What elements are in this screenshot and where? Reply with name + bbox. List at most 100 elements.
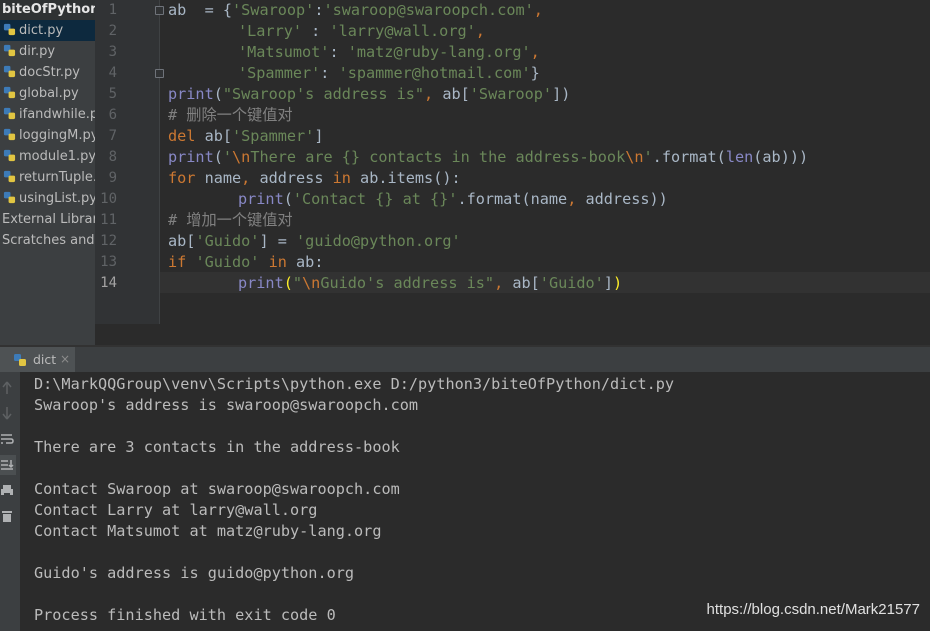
python-file-icon: [3, 107, 16, 120]
code-line: # 删除一个键值对: [168, 105, 293, 126]
code-line: if 'Guido' in ab:: [168, 252, 323, 273]
code-token: 'Spammer': [232, 127, 315, 145]
python-file-icon: [3, 23, 16, 36]
code-editor[interactable]: 1 2 3 4 5 6 7 8 9 10 11 12 13 14 ab = {'Swaroop':'swa…: [95, 0, 930, 324]
code-token: "Swaroop's address is": [222, 85, 425, 103]
line-number: 12: [100, 233, 117, 249]
console-line: Contact Larry at larry@wall.org: [34, 501, 318, 519]
code-line: # 增加一个键值对: [168, 210, 293, 231]
code-token: :: [329, 43, 348, 61]
soft-wrap-icon[interactable]: [0, 431, 14, 447]
code-token: 'larry@wall.org': [329, 22, 476, 40]
line-number: 2: [108, 23, 117, 39]
line-number: 3: [108, 44, 117, 60]
arrow-up-icon[interactable]: [0, 380, 14, 396]
arrow-down-icon[interactable]: [0, 405, 14, 421]
code-token: ]): [552, 85, 571, 103]
code-token: ] =: [259, 232, 297, 250]
line-number-gutter: 1 2 3 4 5 6 7 8 9 10 11 12 13 14: [95, 0, 164, 324]
code-token: 'Spammer': [238, 64, 321, 82]
file-item[interactable]: module1.py: [0, 146, 95, 167]
code-token: ,: [475, 22, 485, 40]
run-toolbar: [0, 372, 20, 631]
code-line: 'Spammer': 'spammer@hotmail.com'}: [238, 63, 540, 84]
code-token: (ab))): [753, 148, 809, 166]
code-token: in: [268, 253, 297, 271]
console-line: Guido's address is guido@python.org: [34, 564, 355, 582]
code-token: ,: [533, 1, 543, 19]
external-libraries-node[interactable]: External Libraries: [0, 209, 95, 230]
code-token: ': [643, 148, 653, 166]
file-item[interactable]: global.py: [0, 83, 95, 104]
file-name: usingList.py: [19, 191, 95, 206]
code-token: 'Swaroop': [232, 1, 315, 19]
code-token: address)): [585, 190, 668, 208]
file-item[interactable]: dict.py: [0, 20, 95, 41]
code-token: :: [302, 22, 330, 40]
python-file-icon: [3, 170, 16, 183]
file-item[interactable]: usingList.py: [0, 188, 95, 209]
code-token: (: [213, 85, 223, 103]
code-token: print: [168, 85, 214, 103]
code-token: 'Larry': [238, 22, 303, 40]
file-name: dict.py: [19, 23, 64, 38]
code-token: if: [168, 253, 196, 271]
code-line: print("Swaroop's address is", ab['Swaroo…: [168, 84, 570, 105]
file-item[interactable]: ifandwhile.py: [0, 104, 95, 125]
console-line: Contact Swaroop at swaroop@swaroopch.com: [34, 480, 400, 498]
code-token: print: [168, 148, 214, 166]
scroll-to-end-icon[interactable]: [0, 457, 14, 473]
code-token: del: [168, 127, 205, 145]
code-token: ,: [567, 190, 586, 208]
file-name: global.py: [19, 86, 79, 101]
code-token: 'Matsumot': [238, 43, 330, 61]
file-item[interactable]: docStr.py: [0, 62, 95, 83]
code-line: ab = {'Swaroop':'swaroop@swaroopch.com',: [168, 0, 543, 21]
code-token: }: [530, 64, 540, 82]
code-line: del ab['Spammer']: [168, 126, 323, 147]
line-number: 6: [108, 107, 117, 123]
python-file-icon: [3, 191, 16, 204]
code-token: print: [238, 190, 284, 208]
line-number: 4: [108, 65, 117, 81]
fold-marker-icon[interactable]: [155, 6, 164, 15]
file-item[interactable]: dir.py: [0, 41, 95, 62]
code-line: for name, address in ab.items():: [168, 168, 461, 189]
code-token: ,: [530, 43, 540, 61]
run-tabbar: dict ×: [0, 347, 930, 372]
trash-icon[interactable]: [0, 508, 14, 524]
code-line: 'Matsumot': 'matz@ruby-lang.org',: [238, 42, 540, 63]
code-token: :: [320, 64, 339, 82]
scratches-node[interactable]: Scratches and Consoles: [0, 230, 95, 251]
fold-marker-icon[interactable]: [155, 69, 164, 78]
code-token: ]: [314, 127, 324, 145]
file-item[interactable]: returnTuple.py: [0, 167, 95, 188]
line-number: 14: [100, 275, 117, 291]
run-console-output[interactable]: D:\MarkQQGroup\venv\Scripts\python.exe D…: [20, 372, 930, 631]
code-token: ): [612, 274, 623, 292]
code-token: address: [259, 169, 333, 187]
code-token: len: [725, 148, 754, 166]
close-icon[interactable]: ×: [60, 347, 70, 372]
project-tree: biteOfPython D dict.py dir.py docStr.py glo…: [0, 0, 95, 345]
run-tab-dict[interactable]: dict ×: [0, 347, 75, 372]
code-token: .format(name: [457, 190, 568, 208]
file-name: docStr.py: [19, 65, 80, 80]
python-file-icon: [3, 128, 16, 141]
console-line: Swaroop's address is swaroop@swaroopch.c…: [34, 396, 419, 414]
code-token: (: [213, 148, 223, 166]
project-root[interactable]: biteOfPython D: [0, 0, 95, 20]
line-number: 9: [108, 170, 117, 186]
print-icon[interactable]: [0, 483, 14, 499]
code-token: ,: [241, 169, 260, 187]
file-name: returnTuple.py: [19, 170, 95, 185]
console-line: There are 3 contacts in the address-book: [34, 438, 400, 456]
file-item[interactable]: loggingM.py: [0, 125, 95, 146]
code-token: for: [168, 169, 205, 187]
code-token: in: [332, 169, 361, 187]
code-token: ]: [603, 274, 613, 292]
line-number: 13: [100, 254, 117, 270]
code-token: ab[: [512, 274, 540, 292]
python-file-icon: [3, 86, 16, 99]
code-token: \n: [625, 148, 644, 166]
